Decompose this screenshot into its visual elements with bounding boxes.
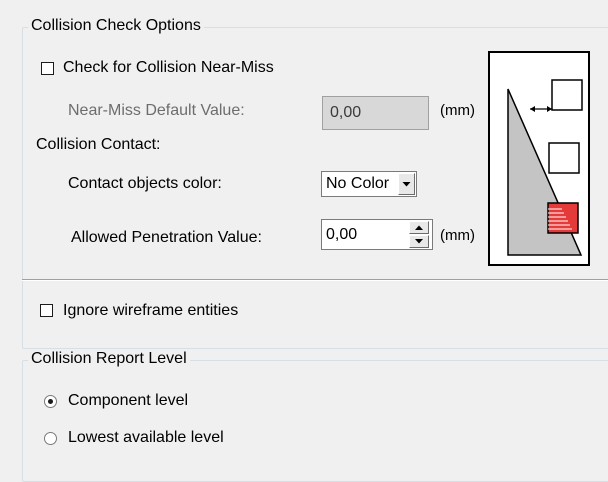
near-miss-default-input[interactable]: 0,00 xyxy=(322,96,429,130)
penetration-unit: (mm) xyxy=(440,227,475,244)
contact-color-select[interactable]: No Color xyxy=(321,171,417,197)
diagram-illustration xyxy=(507,79,583,256)
lowest-level-label[interactable]: Lowest available level xyxy=(68,428,224,448)
contact-color-selected: No Color xyxy=(326,175,390,192)
penetration-label: Allowed Penetration Value: xyxy=(71,229,262,246)
near-miss-default-label: Near-Miss Default Value: xyxy=(68,102,245,119)
component-level-radio[interactable] xyxy=(44,395,57,408)
arrow-down-icon xyxy=(415,239,423,244)
near-miss-checkbox[interactable] xyxy=(41,62,54,75)
near-miss-box xyxy=(551,79,583,111)
contact-color-label: Contact objects color: xyxy=(68,175,222,192)
lowest-level-radio[interactable] xyxy=(44,432,57,445)
options-divider xyxy=(22,279,608,281)
collision-report-level-title: Collision Report Level xyxy=(28,350,190,368)
contact-color-dropdown-button[interactable] xyxy=(398,173,415,195)
ignore-wireframe-checkbox[interactable] xyxy=(40,304,53,317)
near-miss-checkbox-label[interactable]: Check for Collision Near-Miss xyxy=(63,58,274,78)
near-miss-unit: (mm) xyxy=(440,102,475,119)
collision-contact-label: Collision Contact: xyxy=(36,136,161,153)
chevron-down-icon xyxy=(402,182,411,187)
spinner-down-button[interactable] xyxy=(409,235,429,248)
arrow-left-right-icon xyxy=(530,106,552,112)
collision-check-options-title: Collision Check Options xyxy=(28,17,204,35)
collision-diagram xyxy=(488,51,590,266)
contact-box xyxy=(548,142,580,174)
spinner-up-button[interactable] xyxy=(409,221,429,234)
arrow-up-icon xyxy=(415,225,423,230)
component-level-label[interactable]: Component level xyxy=(68,391,188,411)
penetration-spinner[interactable] xyxy=(409,221,429,248)
ignore-wireframe-label[interactable]: Ignore wireframe entities xyxy=(63,301,238,321)
collision-report-level-group xyxy=(22,360,608,482)
penetration-value: 0,00 xyxy=(326,226,358,243)
